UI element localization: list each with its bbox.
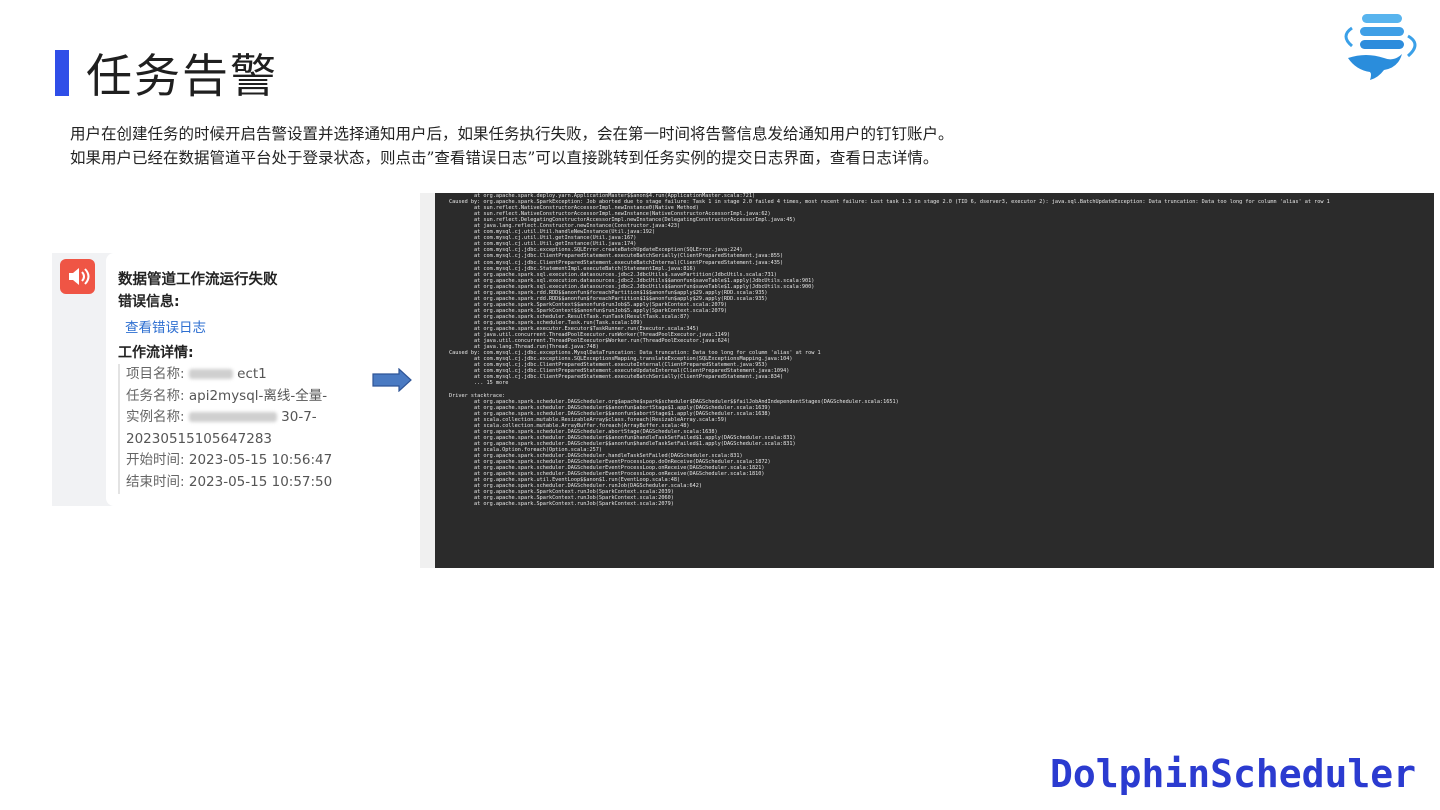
log-line: ... 15 more	[473, 380, 509, 387]
page-title: 任务告警	[86, 49, 278, 103]
task-value: api2mysql-离线-全量-	[188, 387, 328, 404]
alert-message-preview: 数据管道工作流运行失败 错误信息: 查看错误日志 工作流详情: 项目名称: ec…	[52, 253, 369, 506]
project-label: 项目名称:	[126, 366, 185, 382]
end-value: 2023-05-15 10:57:50	[188, 473, 333, 490]
view-error-log-link[interactable]: 查看错误日志	[125, 316, 206, 336]
dolphinscheduler-logo-icon	[1344, 14, 1417, 80]
error-label: 错误信息:	[118, 294, 180, 310]
alert-title: 数据管道工作流运行失败	[118, 272, 278, 288]
description-line-2: 如果用户已经在数据管道平台处于登录状态，则点击”查看错误日志”可以直接跳转到任务…	[70, 149, 939, 167]
task-row: 任务名称: api2mysql-离线-全量-	[126, 386, 369, 408]
description-line-1: 用户在创建任务的时候开启告警设置并选择通知用户后，如果任务执行失败，会在第一时间…	[70, 125, 954, 143]
start-time-row: 开始时间: 2023-05-15 10:56:47	[126, 450, 369, 472]
redacted-instance	[188, 412, 277, 423]
error-log-console[interactable]: at org.apache.spark.deploy.yarn.Applicat…	[420, 193, 1434, 568]
instance-row: 实例名称: 30-7-	[126, 407, 369, 429]
project-row: 项目名称: ect1	[126, 364, 369, 386]
instance-value-suffix: 30-7-	[281, 409, 317, 426]
project-value: ect1	[237, 366, 267, 382]
instance-label: 实例名称:	[126, 409, 185, 426]
start-label: 开始时间:	[126, 452, 185, 469]
end-label: 结束时间:	[126, 473, 185, 490]
speaker-alert-icon	[60, 259, 95, 294]
alert-card: 数据管道工作流运行失败 错误信息: 查看错误日志 工作流详情: 项目名称: ec…	[106, 253, 369, 506]
workflow-detail-label: 工作流详情:	[118, 345, 194, 361]
task-label: 任务名称:	[126, 387, 185, 404]
instance-row-2: 20230515105647283	[126, 429, 369, 451]
log-text: at org.apache.spark.deploy.yarn.Applicat…	[435, 193, 1434, 507]
right-arrow-icon	[372, 368, 412, 392]
end-time-row: 结束时间: 2023-05-15 10:57:50	[126, 472, 369, 494]
brand-wordmark: DolphinScheduler	[1050, 752, 1417, 796]
workflow-details: 项目名称: ect1 任务名称: api2mysql-离线-全量- 实例名称: …	[118, 364, 369, 494]
title-accent-bar	[55, 50, 69, 96]
start-value: 2023-05-15 10:56:47	[188, 452, 333, 469]
log-line: at org.apache.spark.SparkContext.runJob(…	[473, 501, 674, 508]
description: 用户在创建任务的时候开启告警设置并选择通知用户后，如果任务执行失败，会在第一时间…	[70, 122, 954, 170]
instance-value-line2: 20230515105647283	[126, 430, 273, 447]
redacted-project	[188, 369, 233, 379]
